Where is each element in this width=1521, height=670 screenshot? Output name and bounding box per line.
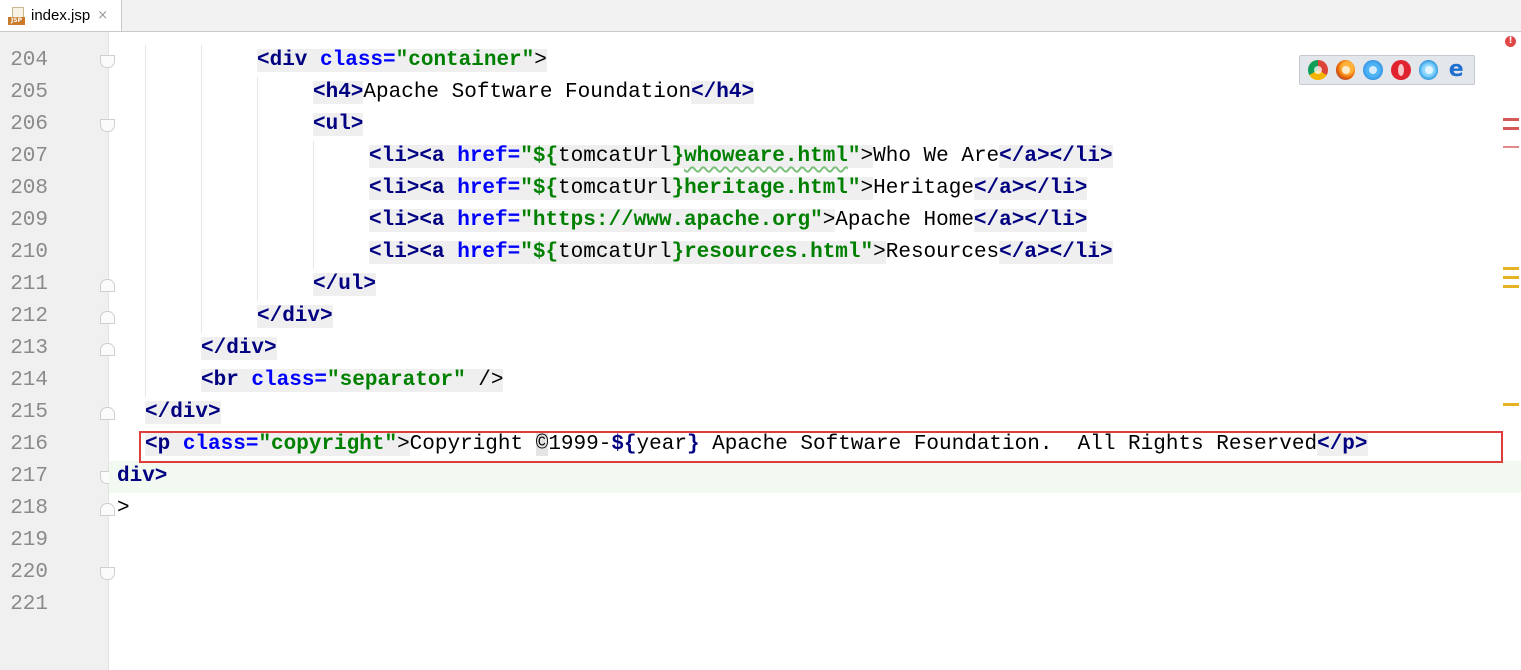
line-number: 210 — [10, 241, 48, 264]
line-number: 204 — [10, 49, 48, 72]
code-line-206: <ul> — [109, 109, 1521, 141]
firefox-icon[interactable] — [1335, 60, 1356, 80]
code-line-211: </ul> — [109, 269, 1521, 301]
error-indicator-icon[interactable]: ! — [1505, 36, 1516, 47]
chrome-icon[interactable] — [1308, 60, 1328, 80]
tab-index-jsp[interactable]: JSP index.jsp × — [0, 0, 122, 31]
line-number: 213 — [10, 337, 48, 360]
code-line-213: </div> — [109, 333, 1521, 365]
code-editor[interactable]: <div class="container"> <h4>Apache Softw… — [109, 32, 1521, 670]
warning-stripe-marker[interactable] — [1503, 267, 1519, 270]
line-number-gutter: 204 205 206 207 208 209 210 211 212 213 … — [0, 32, 109, 670]
warning-stripe-marker[interactable] — [1503, 285, 1519, 288]
line-number: 206 — [10, 113, 48, 136]
line-number: 208 — [10, 177, 48, 200]
code-line-215: </div> — [145, 401, 221, 424]
code-line-214: <br class="separator" /> — [109, 365, 1521, 397]
line-number: 211 — [10, 273, 48, 296]
code-line-209: <li><a href="https://www.apache.org">Apa… — [109, 205, 1521, 237]
code-line-207: <li><a href="${tomcatUrl}whoweare.html">… — [109, 141, 1521, 173]
jsp-file-icon: JSP — [8, 6, 26, 25]
error-stripe-marker[interactable] — [1503, 118, 1519, 121]
edge-icon[interactable]: e — [1446, 59, 1466, 81]
close-tab-icon[interactable]: × — [97, 8, 108, 23]
line-number: 215 — [10, 401, 48, 424]
line-number: 220 — [10, 561, 48, 584]
code-line-217: div> — [109, 461, 1521, 493]
opera-icon[interactable] — [1391, 60, 1411, 80]
line-number: 212 — [10, 305, 48, 328]
safari-icon[interactable] — [1363, 60, 1384, 80]
browser-preview-toolbar: e — [1299, 55, 1475, 85]
warning-stripe-marker[interactable] — [1503, 276, 1519, 279]
line-number: 209 — [10, 209, 48, 232]
line-number: 221 — [10, 593, 48, 616]
code-line-208: <li><a href="${tomcatUrl}heritage.html">… — [109, 173, 1521, 205]
line-number: 218 — [10, 497, 48, 520]
line-number: 216 — [10, 433, 48, 456]
line-number: 219 — [10, 529, 48, 552]
line-number: 217 — [10, 465, 48, 488]
tab-label: index.jsp — [31, 7, 91, 24]
warning-stripe-marker[interactable] — [1503, 403, 1519, 406]
code-line-218: > — [117, 497, 130, 520]
code-line-210: <li><a href="${tomcatUrl}resources.html"… — [109, 237, 1521, 269]
line-number: 205 — [10, 81, 48, 104]
code-line-212: </div> — [109, 301, 1521, 333]
ie-icon[interactable] — [1418, 60, 1439, 80]
line-number: 207 — [10, 145, 48, 168]
editor-tab-bar: JSP index.jsp × — [0, 0, 1521, 32]
error-stripe-marker[interactable] — [1503, 127, 1519, 130]
error-stripe-marker[interactable] — [1503, 146, 1519, 148]
code-line-216: <p class="copyright">Copyright ©1999-${y… — [145, 433, 1368, 456]
line-number: 214 — [10, 369, 48, 392]
